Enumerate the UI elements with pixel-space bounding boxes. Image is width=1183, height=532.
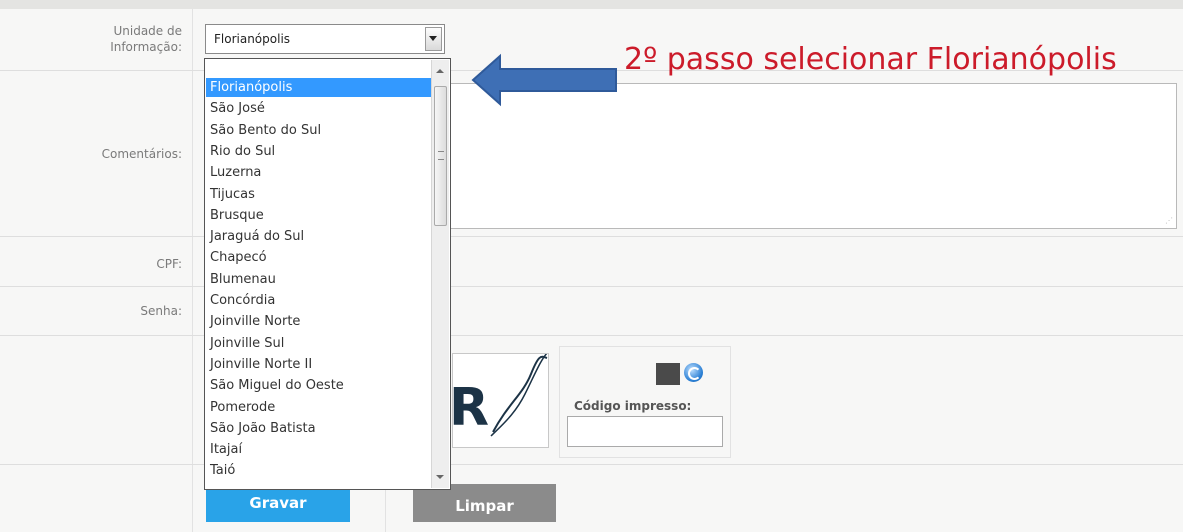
dropdown-option[interactable]: Luzerna (206, 163, 433, 182)
dropdown-option[interactable]: Concórdia (206, 291, 433, 310)
row-buttons (0, 465, 1183, 532)
captcha-graphic: R (453, 354, 548, 438)
annotation-arrow-icon (471, 53, 617, 107)
label-cell: Comentários: (0, 71, 193, 236)
label-cell: CPF: (0, 237, 193, 286)
refresh-icon[interactable] (684, 363, 703, 382)
scroll-grip-icon (438, 151, 444, 160)
captcha-text: R (453, 378, 489, 438)
select-value: Florianópolis (214, 32, 291, 46)
comentarios-label: Comentários: (101, 147, 182, 161)
senha-label: Senha: (140, 304, 182, 318)
unidade-select[interactable]: Florianópolis (205, 24, 445, 54)
dropdown-option[interactable]: Rio do Sul (206, 142, 433, 161)
label-cell (0, 336, 193, 464)
dropdown-option[interactable]: Joinville Sul (206, 334, 433, 353)
captcha-controls: Código impresso: (559, 346, 731, 458)
chevron-down-icon (429, 36, 437, 41)
unidade-dropdown-list[interactable]: Florianópolis São José São Bento do Sul Rio… (204, 58, 451, 490)
row-senha: Senha: (0, 287, 1183, 336)
label-cell (0, 465, 193, 532)
unidade-label: Unidade de Informação: (110, 24, 182, 54)
audio-icon[interactable] (656, 363, 680, 385)
dropdown-option[interactable]: Pomerode (206, 398, 433, 417)
dropdown-option[interactable]: Jaraguá do Sul (206, 227, 433, 246)
dropdown-option[interactable]: São Bento do Sul (206, 121, 433, 140)
row-cpf: CPF: (0, 237, 1183, 287)
resize-grip-icon[interactable]: ⋰ (1165, 216, 1173, 225)
dropdown-option[interactable]: Blumenau (206, 270, 433, 289)
top-strip (0, 0, 1183, 9)
codigo-label: Código impresso: (574, 399, 692, 413)
dropdown-scrollbar[interactable] (431, 60, 449, 488)
dropdown-option[interactable]: São José (206, 99, 433, 118)
codigo-input[interactable] (567, 416, 723, 447)
dropdown-option[interactable]: Tijucas (206, 185, 433, 204)
scroll-down-icon[interactable] (436, 475, 444, 479)
cpf-label: CPF: (156, 257, 182, 271)
scroll-thumb[interactable] (434, 86, 447, 226)
dropdown-option[interactable]: Florianópolis (206, 78, 433, 97)
dropdown-option[interactable]: Joinville Norte II (206, 355, 433, 374)
dropdown-option[interactable]: São Miguel do Oeste (206, 376, 433, 395)
label-cell: Unidade de Informação: (0, 9, 193, 70)
select-dropdown-button[interactable] (425, 27, 442, 51)
annotation-text: 2º passo selecionar Florianópolis (624, 42, 1117, 77)
dropdown-option[interactable]: Taió (206, 461, 433, 480)
dropdown-option[interactable]: Brusque (206, 206, 433, 225)
scroll-up-icon[interactable] (436, 69, 444, 73)
dropdown-option[interactable]: Chapecó (206, 248, 433, 267)
label-cell: Senha: (0, 287, 193, 335)
dropdown-option[interactable]: Joinville Norte (206, 312, 433, 331)
dropdown-option[interactable]: Itajaí (206, 440, 433, 459)
captcha-image: R (452, 353, 549, 448)
dropdown-option[interactable]: São João Batista (206, 419, 433, 438)
